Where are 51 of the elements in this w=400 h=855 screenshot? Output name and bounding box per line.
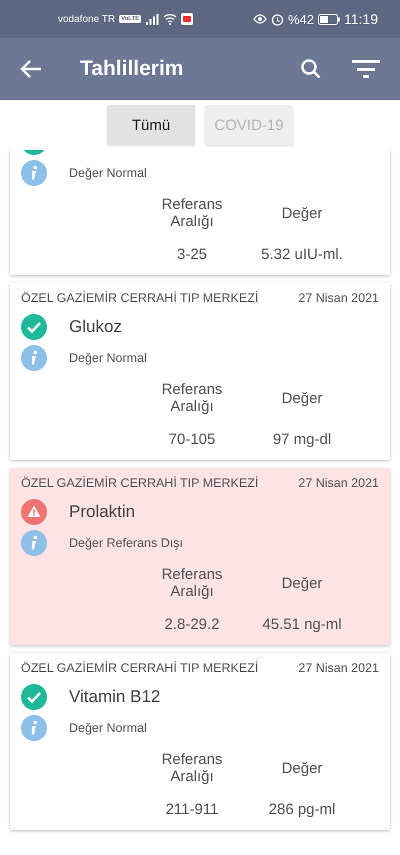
- result-date: 27 Nisan 2021: [298, 476, 379, 490]
- result-note: Değer Normal: [69, 721, 147, 735]
- reference-range: 3-25: [176, 246, 208, 263]
- result-card[interactable]: ÖZEL GAZİEMİR CERRAHİ TIP MERKEZİ 27 Nisan 2021 Vitamin B12 Değer Normal Referans Aralığı Değer 211-911 286 pg-ml: [10, 653, 390, 830]
- battery-icon: [318, 14, 340, 24]
- result-date: 27 Nisan 2021: [298, 291, 379, 305]
- test-name: Vitamin B12: [69, 687, 160, 707]
- hospital-name: ÖZEL GAZİEMİR CERRAHİ TIP MERKEZİ: [21, 661, 258, 675]
- result-date: 27 Nisan 2021: [298, 661, 379, 675]
- reference-range: 2.8-29.2: [163, 616, 221, 633]
- filter-button[interactable]: [352, 59, 380, 79]
- wifi-icon: [163, 13, 178, 25]
- info-icon[interactable]: [21, 530, 47, 556]
- result-card[interactable]: Değer Normal Referans Aralığı Değer 3-25 5.32 uIU-ml.: [10, 150, 390, 275]
- hospital-name: ÖZEL GAZİEMİR CERRAHİ TIP MERKEZİ: [21, 291, 258, 305]
- search-button[interactable]: [300, 58, 322, 80]
- result-note: Değer Referans Dışı: [69, 536, 183, 550]
- result-value: 286 pg-ml: [268, 801, 336, 818]
- column-header: Değer: [280, 574, 324, 592]
- carrier-name: vodafone TR: [58, 14, 116, 24]
- hospital-name: ÖZEL GAZİEMİR CERRAHİ TIP MERKEZİ: [21, 476, 258, 490]
- battery-percent: %42: [288, 12, 314, 26]
- alarm-icon: [270, 12, 284, 26]
- column-header: Değer: [280, 204, 324, 222]
- result-note: Değer Normal: [69, 351, 147, 365]
- result-note: Değer Normal: [69, 166, 147, 180]
- column-header: Referans Aralığı: [160, 196, 224, 230]
- reference-range: 211-911: [164, 801, 220, 818]
- result-card[interactable]: ÖZEL GAZİEMİR CERRAHİ TIP MERKEZİ 27 Nisan 2021 Glukoz Değer Normal Referans Aralığı Değer 70-105 97 mg-dl: [10, 283, 390, 460]
- info-icon[interactable]: [21, 160, 47, 186]
- info-icon[interactable]: [21, 715, 47, 741]
- column-header: Referans Aralığı: [160, 751, 224, 785]
- screen-title: Tahlillerim: [80, 57, 184, 81]
- column-header: Değer: [280, 760, 324, 776]
- column-header: Değer: [280, 390, 324, 406]
- test-name: Glukoz: [69, 317, 122, 337]
- column-header: Referans Aralığı: [160, 381, 224, 415]
- clock-time: 11:19: [344, 11, 378, 27]
- filter-tab[interactable]: Tümü: [107, 105, 195, 145]
- reference-range: 70-105: [168, 431, 216, 448]
- result-value: 5.32 uIU-ml.: [260, 246, 344, 263]
- notification-icon: [181, 13, 194, 25]
- signal-icon: [145, 14, 160, 24]
- info-icon[interactable]: [21, 345, 47, 371]
- eye-icon: [252, 14, 267, 24]
- result-card[interactable]: ÖZEL GAZİEMİR CERRAHİ TIP MERKEZİ 27 Nisan 2021 Prolaktin Değer Referans Dışı Referans Aralığı Değer 2.8-29.2 45.51 ng-ml: [10, 468, 390, 645]
- result-value: 45.51 ng-ml: [261, 616, 343, 633]
- column-header: Referans Aralığı: [160, 566, 224, 600]
- result-value: 97 mg-dl: [272, 431, 332, 448]
- test-name: Prolaktin: [69, 502, 136, 522]
- back-button[interactable]: [20, 59, 42, 79]
